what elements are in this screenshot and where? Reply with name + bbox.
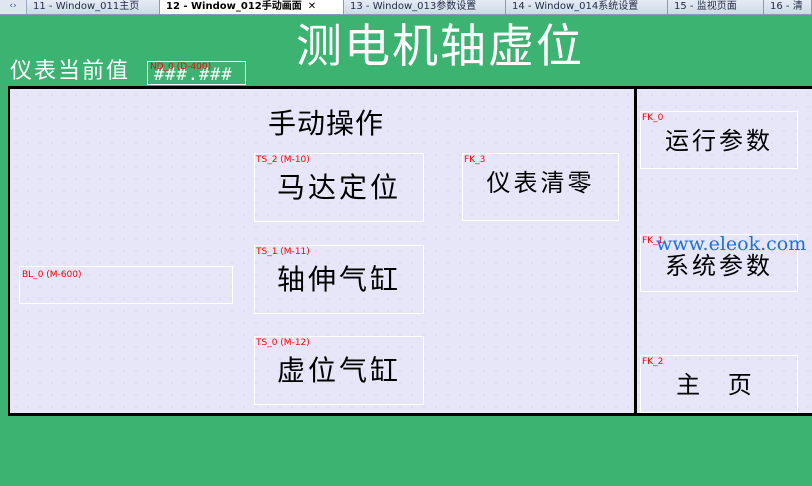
button-tag: FK_3 (464, 155, 486, 165)
tab-window-013[interactable]: 13 - Window_013参数设置 (344, 0, 506, 14)
play-cylinder-button[interactable]: TS_0 (M-12) 虚位气缸 (254, 336, 424, 405)
page-title: 测电机轴虚位 (296, 19, 584, 73)
tab-window-011[interactable]: 11 - Window_011主页 (27, 0, 160, 14)
button-tag: FK_2 (642, 357, 664, 367)
button-tag: TS_2 (M-10) (256, 155, 310, 165)
button-label: 仪表清零 (486, 169, 595, 197)
run-params-button[interactable]: FK_0 运行参数 (640, 111, 798, 169)
meter-label: 仪表当前值 (10, 59, 131, 84)
button-label: 虚位气缸 (276, 354, 401, 387)
meter-reset-button[interactable]: FK_3 仪表清零 (462, 153, 619, 221)
button-tag: TS_0 (M-12) (256, 338, 310, 348)
home-button[interactable]: FK_2 主 页 (640, 355, 798, 413)
tab-label: 15 - 监视页面 (674, 1, 737, 12)
button-label: 运行参数 (665, 127, 773, 155)
tab-window-012[interactable]: 12 - Window_012手动画面 ✕ (160, 0, 344, 14)
section-title: 手动操作 (268, 107, 385, 140)
watermark: www.eleok.com (656, 233, 807, 255)
button-label: 主 页 (676, 371, 762, 399)
button-label: 轴伸气缸 (276, 263, 401, 296)
meter-display: ###.### ND_0 (D-400) (147, 61, 246, 85)
shaft-cylinder-button[interactable]: TS_1 (M-11) 轴伸气缸 (254, 245, 424, 314)
tab-scroll-icon[interactable]: ‹› (0, 0, 27, 14)
tab-window-015[interactable]: 15 - 监视页面 (668, 0, 764, 14)
motor-position-button[interactable]: TS_2 (M-10) 马达定位 (254, 153, 424, 222)
button-tag: TS_1 (M-11) (256, 247, 310, 257)
button-tag: FK_0 (642, 113, 664, 123)
bit-lamp: BL_0 (M-600) (19, 266, 233, 304)
tab-window-016[interactable]: 16 - 清 (764, 0, 812, 14)
tab-label: 16 - 清 (770, 1, 803, 12)
tab-label: 11 - Window_011主页 (33, 1, 140, 12)
close-icon[interactable]: ✕ (308, 1, 316, 12)
tab-window-014[interactable]: 14 - Window_014系统设置 (506, 0, 668, 14)
button-label: 马达定位 (276, 171, 401, 204)
tab-label: 13 - Window_013参数设置 (350, 1, 477, 12)
panel-divider (634, 86, 637, 416)
tab-label: 14 - Window_014系统设置 (512, 1, 639, 12)
meter-tag: ND_0 (D-400) (150, 62, 212, 72)
tab-label: 12 - Window_012手动画面 (166, 1, 302, 12)
bit-lamp-tag: BL_0 (M-600) (22, 270, 82, 280)
window-tab-bar: ‹› 11 - Window_011主页 12 - Window_012手动画面… (0, 0, 812, 15)
